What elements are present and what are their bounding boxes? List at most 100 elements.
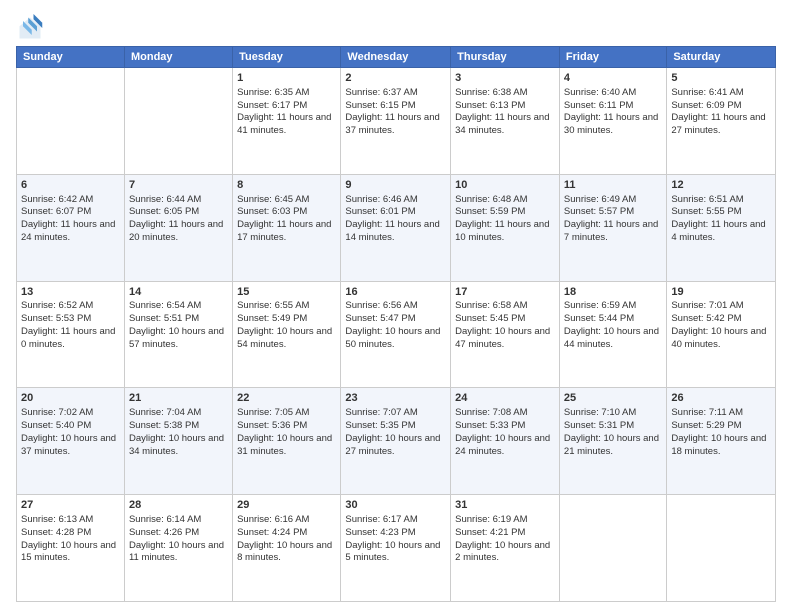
sunrise-text: Sunrise: 6:19 AM [455, 514, 555, 527]
weekday-header-tuesday: Tuesday [233, 47, 341, 68]
calendar-cell: 20Sunrise: 7:02 AMSunset: 5:40 PMDayligh… [17, 388, 125, 495]
calendar-cell [17, 68, 125, 175]
calendar-cell [667, 495, 776, 602]
day-number: 26 [671, 391, 771, 406]
sunrise-text: Sunrise: 6:48 AM [455, 194, 555, 207]
sunrise-text: Sunrise: 6:56 AM [345, 300, 446, 313]
sunrise-text: Sunrise: 6:13 AM [21, 514, 120, 527]
sunrise-text: Sunrise: 6:49 AM [564, 194, 662, 207]
weekday-header-thursday: Thursday [451, 47, 560, 68]
calendar-cell: 1Sunrise: 6:35 AMSunset: 6:17 PMDaylight… [233, 68, 341, 175]
sunset-text: Sunset: 6:07 PM [21, 206, 120, 219]
sunrise-text: Sunrise: 6:52 AM [21, 300, 120, 313]
sunrise-text: Sunrise: 6:46 AM [345, 194, 446, 207]
day-number: 23 [345, 391, 446, 406]
sunrise-text: Sunrise: 6:37 AM [345, 87, 446, 100]
daylight-text: Daylight: 11 hours and 24 minutes. [21, 219, 120, 245]
sunrise-text: Sunrise: 6:58 AM [455, 300, 555, 313]
sunset-text: Sunset: 6:15 PM [345, 100, 446, 113]
day-number: 15 [237, 285, 336, 300]
sunrise-text: Sunrise: 6:14 AM [129, 514, 228, 527]
sunset-text: Sunset: 5:49 PM [237, 313, 336, 326]
calendar: SundayMondayTuesdayWednesdayThursdayFrid… [16, 46, 776, 602]
sunset-text: Sunset: 6:05 PM [129, 206, 228, 219]
sunrise-text: Sunrise: 6:44 AM [129, 194, 228, 207]
calendar-cell: 22Sunrise: 7:05 AMSunset: 5:36 PMDayligh… [233, 388, 341, 495]
calendar-cell: 4Sunrise: 6:40 AMSunset: 6:11 PMDaylight… [559, 68, 666, 175]
daylight-text: Daylight: 10 hours and 2 minutes. [455, 540, 555, 566]
calendar-cell: 25Sunrise: 7:10 AMSunset: 5:31 PMDayligh… [559, 388, 666, 495]
daylight-text: Daylight: 10 hours and 24 minutes. [455, 433, 555, 459]
daylight-text: Daylight: 11 hours and 4 minutes. [671, 219, 771, 245]
calendar-header: SundayMondayTuesdayWednesdayThursdayFrid… [17, 47, 776, 68]
sunset-text: Sunset: 6:13 PM [455, 100, 555, 113]
calendar-cell: 9Sunrise: 6:46 AMSunset: 6:01 PMDaylight… [341, 174, 451, 281]
sunset-text: Sunset: 6:11 PM [564, 100, 662, 113]
calendar-cell: 26Sunrise: 7:11 AMSunset: 5:29 PMDayligh… [667, 388, 776, 495]
day-number: 21 [129, 391, 228, 406]
sunrise-text: Sunrise: 6:54 AM [129, 300, 228, 313]
day-number: 24 [455, 391, 555, 406]
daylight-text: Daylight: 10 hours and 37 minutes. [21, 433, 120, 459]
week-row-5: 27Sunrise: 6:13 AMSunset: 4:28 PMDayligh… [17, 495, 776, 602]
day-number: 17 [455, 285, 555, 300]
calendar-cell: 10Sunrise: 6:48 AMSunset: 5:59 PMDayligh… [451, 174, 560, 281]
week-row-3: 13Sunrise: 6:52 AMSunset: 5:53 PMDayligh… [17, 281, 776, 388]
calendar-cell: 11Sunrise: 6:49 AMSunset: 5:57 PMDayligh… [559, 174, 666, 281]
calendar-cell: 21Sunrise: 7:04 AMSunset: 5:38 PMDayligh… [124, 388, 232, 495]
daylight-text: Daylight: 11 hours and 37 minutes. [345, 112, 446, 138]
sunset-text: Sunset: 4:26 PM [129, 527, 228, 540]
daylight-text: Daylight: 11 hours and 7 minutes. [564, 219, 662, 245]
day-number: 13 [21, 285, 120, 300]
calendar-cell: 5Sunrise: 6:41 AMSunset: 6:09 PMDaylight… [667, 68, 776, 175]
daylight-text: Daylight: 11 hours and 17 minutes. [237, 219, 336, 245]
calendar-cell: 15Sunrise: 6:55 AMSunset: 5:49 PMDayligh… [233, 281, 341, 388]
weekday-header-friday: Friday [559, 47, 666, 68]
sunrise-text: Sunrise: 6:42 AM [21, 194, 120, 207]
calendar-cell: 29Sunrise: 6:16 AMSunset: 4:24 PMDayligh… [233, 495, 341, 602]
calendar-cell: 3Sunrise: 6:38 AMSunset: 6:13 PMDaylight… [451, 68, 560, 175]
sunset-text: Sunset: 5:35 PM [345, 420, 446, 433]
week-row-1: 1Sunrise: 6:35 AMSunset: 6:17 PMDaylight… [17, 68, 776, 175]
day-number: 3 [455, 71, 555, 86]
sunset-text: Sunset: 5:55 PM [671, 206, 771, 219]
calendar-cell: 2Sunrise: 6:37 AMSunset: 6:15 PMDaylight… [341, 68, 451, 175]
weekday-header-monday: Monday [124, 47, 232, 68]
sunset-text: Sunset: 5:51 PM [129, 313, 228, 326]
sunrise-text: Sunrise: 7:07 AM [345, 407, 446, 420]
sunset-text: Sunset: 5:29 PM [671, 420, 771, 433]
page: SundayMondayTuesdayWednesdayThursdayFrid… [0, 0, 792, 612]
day-number: 18 [564, 285, 662, 300]
sunrise-text: Sunrise: 6:55 AM [237, 300, 336, 313]
sunset-text: Sunset: 5:44 PM [564, 313, 662, 326]
sunset-text: Sunset: 5:45 PM [455, 313, 555, 326]
calendar-body: 1Sunrise: 6:35 AMSunset: 6:17 PMDaylight… [17, 68, 776, 602]
daylight-text: Daylight: 11 hours and 27 minutes. [671, 112, 771, 138]
sunset-text: Sunset: 5:31 PM [564, 420, 662, 433]
calendar-cell: 16Sunrise: 6:56 AMSunset: 5:47 PMDayligh… [341, 281, 451, 388]
sunrise-text: Sunrise: 6:45 AM [237, 194, 336, 207]
sunset-text: Sunset: 5:59 PM [455, 206, 555, 219]
sunset-text: Sunset: 6:09 PM [671, 100, 771, 113]
day-number: 25 [564, 391, 662, 406]
weekday-header-sunday: Sunday [17, 47, 125, 68]
logo [16, 14, 46, 42]
sunset-text: Sunset: 5:53 PM [21, 313, 120, 326]
daylight-text: Daylight: 11 hours and 0 minutes. [21, 326, 120, 352]
daylight-text: Daylight: 11 hours and 30 minutes. [564, 112, 662, 138]
sunrise-text: Sunrise: 6:51 AM [671, 194, 771, 207]
calendar-cell: 6Sunrise: 6:42 AMSunset: 6:07 PMDaylight… [17, 174, 125, 281]
day-number: 27 [21, 498, 120, 513]
daylight-text: Daylight: 11 hours and 20 minutes. [129, 219, 228, 245]
sunset-text: Sunset: 4:23 PM [345, 527, 446, 540]
sunrise-text: Sunrise: 6:40 AM [564, 87, 662, 100]
day-number: 2 [345, 71, 446, 86]
daylight-text: Daylight: 10 hours and 54 minutes. [237, 326, 336, 352]
day-number: 31 [455, 498, 555, 513]
daylight-text: Daylight: 10 hours and 18 minutes. [671, 433, 771, 459]
sunset-text: Sunset: 6:01 PM [345, 206, 446, 219]
sunset-text: Sunset: 4:24 PM [237, 527, 336, 540]
sunset-text: Sunset: 5:47 PM [345, 313, 446, 326]
day-number: 6 [21, 178, 120, 193]
sunrise-text: Sunrise: 6:16 AM [237, 514, 336, 527]
